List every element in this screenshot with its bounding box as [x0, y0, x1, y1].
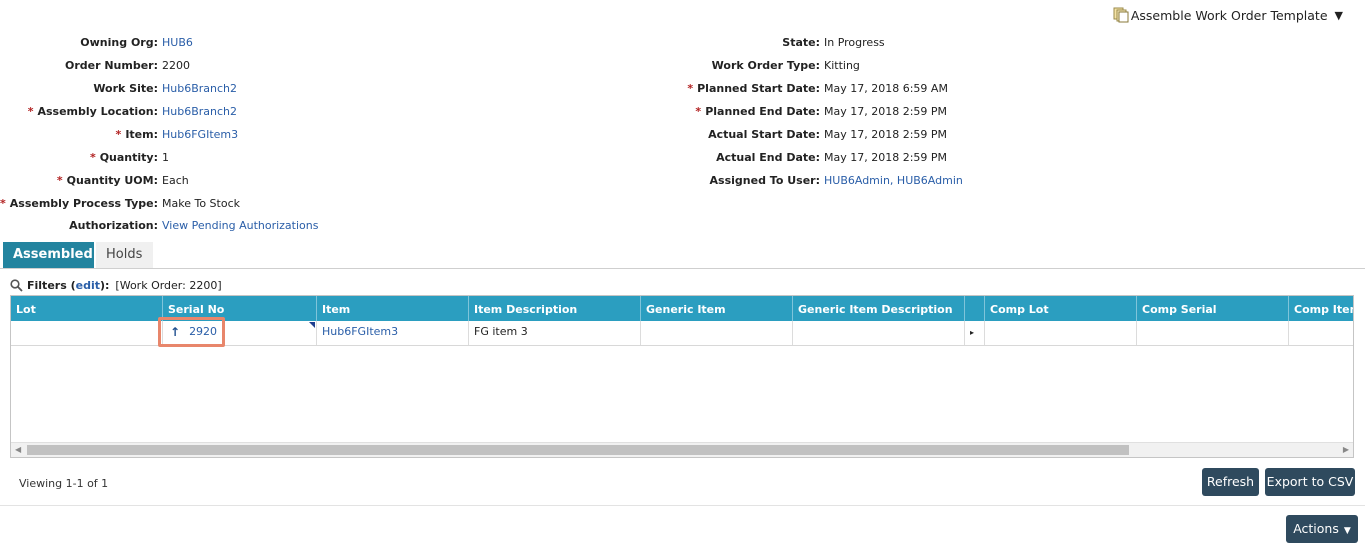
up-arrow-icon: ↑: [170, 325, 181, 339]
field-label-text: Actual Start Date:: [708, 127, 820, 141]
field-label-text: Planned Start Date:: [697, 81, 820, 95]
field-planned-start-date: * Planned Start Date: May 17, 2018 6:59 A…: [0, 79, 948, 97]
field-label-text: State:: [782, 35, 820, 49]
required-marker: *: [0, 196, 6, 210]
cell-lot: [11, 321, 163, 345]
serial-no-value[interactable]: 2920: [189, 321, 217, 343]
horizontal-scrollbar[interactable]: ◀ ▶: [11, 442, 1353, 457]
cell-serial-no: ↑ 2920: [163, 321, 317, 345]
assigned-to-user-link[interactable]: HUB6Admin, HUB6Admin: [824, 174, 963, 187]
filters-bar: Filters ( edit ): [Work Order: 2200]: [10, 277, 222, 293]
field-label: * Assembly Process Type:: [0, 197, 158, 210]
assembly-process-type-value: Make To Stock: [162, 196, 240, 210]
refresh-button[interactable]: Refresh: [1202, 468, 1259, 496]
field-planned-end-date: * Planned End Date: May 17, 2018 2:59 PM: [0, 102, 947, 120]
field-label: * Planned Start Date:: [0, 82, 820, 95]
cell-generic-item: [641, 321, 793, 345]
field-assembly-process-type: * Assembly Process Type: Make To Stock: [0, 194, 240, 212]
table-row[interactable]: ↑ 2920 Hub6FGItem3 FG item 3 ▸: [11, 321, 1353, 346]
field-label-text: Planned End Date:: [705, 104, 820, 118]
field-label-text: Authorization:: [69, 218, 158, 232]
assembled-grid: Lot Serial No Item Item Description Gene…: [10, 295, 1354, 458]
required-marker: *: [687, 81, 694, 95]
field-actual-end-date: Actual End Date: May 17, 2018 2:59 PM: [0, 148, 947, 166]
column-header-comp-lot[interactable]: Comp Lot: [985, 296, 1137, 321]
tab-assembled[interactable]: Assembled: [3, 242, 94, 268]
field-label-text: Assembly Process Type:: [9, 196, 158, 210]
field-label: * Planned End Date:: [0, 105, 820, 118]
scroll-right-icon[interactable]: ▶: [1343, 445, 1349, 454]
cell-generic-item-description: [793, 321, 965, 345]
field-actual-start-date: Actual Start Date: May 17, 2018 2:59 PM: [0, 125, 947, 143]
tab-bar: Assembled Holds: [3, 242, 153, 268]
template-label: Assemble Work Order Template: [1130, 7, 1328, 23]
row-marker-icon: [309, 322, 315, 328]
chevron-down-icon: ▼: [1343, 526, 1351, 536]
chevron-down-icon: ▼: [1334, 8, 1343, 22]
column-header-item-description[interactable]: Item Description: [469, 296, 641, 321]
cell-item: Hub6FGItem3: [317, 321, 469, 345]
tab-holds[interactable]: Holds: [96, 242, 153, 268]
actual-start-date-value: May 17, 2018 2:59 PM: [824, 127, 948, 141]
expand-arrow-icon[interactable]: ▸: [970, 328, 974, 337]
column-header-comp-serial[interactable]: Comp Serial: [1137, 296, 1289, 321]
column-header-lot[interactable]: Lot: [11, 296, 163, 321]
filters-edit-link[interactable]: edit: [76, 279, 100, 292]
column-header-comp-item[interactable]: Comp Item: [1289, 296, 1353, 321]
column-header-serial-no[interactable]: Serial No: [163, 296, 317, 321]
field-label: Authorization:: [0, 219, 158, 232]
scroll-left-icon[interactable]: ◀: [15, 445, 21, 454]
state-value: In Progress: [824, 35, 885, 49]
export-csv-button[interactable]: Export to CSV: [1265, 468, 1355, 496]
cell-comp-serial: [1137, 321, 1289, 345]
filters-value: [Work Order: 2200]: [115, 278, 222, 292]
grid-header: Lot Serial No Item Item Description Gene…: [11, 296, 1353, 321]
cell-comp-item: [1289, 321, 1353, 345]
required-marker: *: [695, 104, 702, 118]
field-assigned-to-user: Assigned To User: HUB6Admin, HUB6Admin: [0, 171, 963, 189]
serial-no-link[interactable]: ↑ 2920: [168, 321, 217, 343]
planned-end-date-value: May 17, 2018 2:59 PM: [824, 104, 948, 118]
field-label-text: Work Order Type:: [711, 58, 820, 72]
field-label: Actual End Date:: [0, 151, 820, 164]
tab-divider: [0, 268, 1365, 269]
actions-button[interactable]: Actions ▼: [1286, 515, 1358, 543]
column-header-generic-item-description[interactable]: Generic Item Description: [793, 296, 965, 321]
column-header-generic-item[interactable]: Generic Item: [641, 296, 793, 321]
actual-end-date-value: May 17, 2018 2:59 PM: [824, 150, 948, 164]
item-link[interactable]: Hub6FGItem3: [322, 325, 398, 338]
column-header-item[interactable]: Item: [317, 296, 469, 321]
work-order-type-value: Kitting: [824, 58, 860, 72]
column-header-expand: [965, 296, 985, 321]
template-icon: [1113, 7, 1129, 23]
field-label: Assigned To User:: [0, 174, 820, 187]
field-authorization: Authorization: View Pending Authorizatio…: [0, 216, 318, 234]
planned-start-date-value: May 17, 2018 6:59 AM: [824, 81, 948, 95]
scrollbar-thumb[interactable]: [27, 445, 1129, 455]
filters-open-paren: (: [66, 278, 76, 292]
field-label: Actual Start Date:: [0, 128, 820, 141]
view-pending-authorizations-link[interactable]: View Pending Authorizations: [162, 219, 318, 232]
field-label-text: Actual End Date:: [716, 150, 820, 164]
actions-label: Actions: [1293, 521, 1339, 536]
cell-item-description: FG item 3: [469, 321, 641, 345]
field-label-text: Assigned To User:: [709, 173, 820, 187]
template-selector[interactable]: Assemble Work Order Template ▼: [1113, 6, 1343, 24]
search-icon: [10, 278, 23, 292]
field-label: State:: [0, 36, 820, 49]
field-work-order-type: Work Order Type: Kitting: [0, 56, 860, 74]
filters-label: Filters: [27, 278, 67, 292]
filters-close-paren: ):: [99, 278, 110, 292]
cell-comp-lot: [985, 321, 1137, 345]
field-label: Work Order Type:: [0, 59, 820, 72]
viewing-count: Viewing 1-1 of 1: [19, 477, 109, 490]
field-state: State: In Progress: [0, 33, 885, 51]
cell-expand: ▸: [965, 321, 985, 345]
footer-divider: [0, 505, 1365, 506]
